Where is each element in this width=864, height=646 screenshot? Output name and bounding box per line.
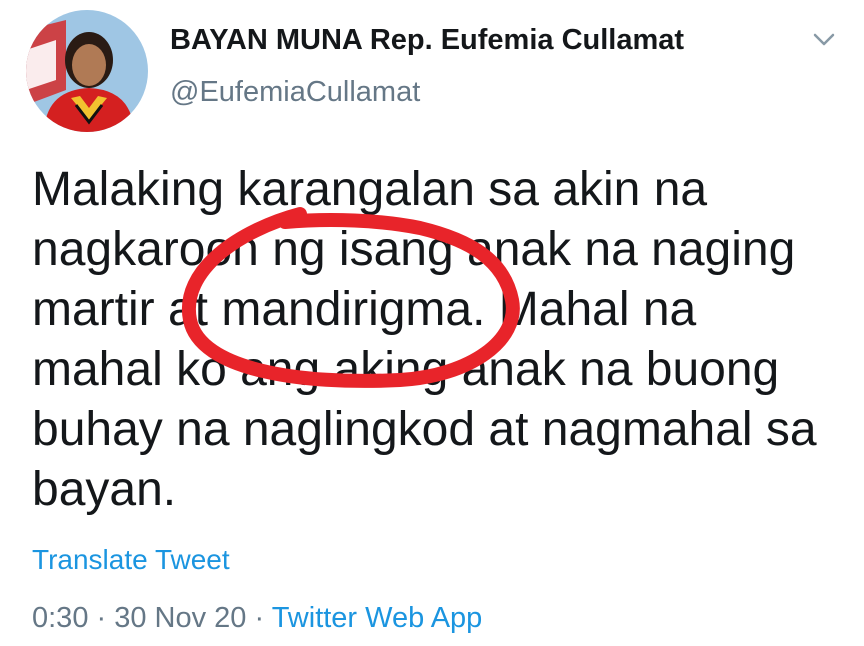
meta-separator: ·: [88, 602, 115, 634]
author-handle[interactable]: @EufemiaCullamat: [170, 76, 420, 109]
tweet-date[interactable]: 30 Nov 20: [114, 602, 246, 634]
tweet-source-link[interactable]: Twitter Web App: [272, 602, 483, 634]
tweet-meta: 0:30 · 30 Nov 20 · Twitter Web App: [32, 602, 482, 635]
avatar[interactable]: [26, 10, 148, 132]
tweet-text-line: Malaking karangalan sa akin na: [32, 163, 708, 216]
tweet-text-line: mahal ko ang aking anak na buong: [32, 343, 780, 396]
profile-photo: [26, 10, 148, 132]
tweet-text: Malaking karangalan sa akin na nagkaroon…: [32, 160, 832, 520]
tweet-text-line: buhay na naglingkod at nagmahal sa: [32, 403, 817, 456]
translate-tweet-link[interactable]: Translate Tweet: [32, 544, 230, 576]
meta-separator: ·: [246, 602, 272, 634]
chevron-down-icon[interactable]: [812, 30, 836, 50]
tweet-time[interactable]: 0:30: [32, 602, 88, 634]
author-display-name[interactable]: BAYAN MUNA Rep. Eufemia Cullamat: [170, 24, 684, 57]
tweet-text-line: martir at mandirigma. Mahal na: [32, 283, 697, 336]
tweet-text-line: nagkaroon ng isang anak na naging: [32, 223, 796, 276]
tweet-text-line: bayan.: [32, 463, 177, 516]
